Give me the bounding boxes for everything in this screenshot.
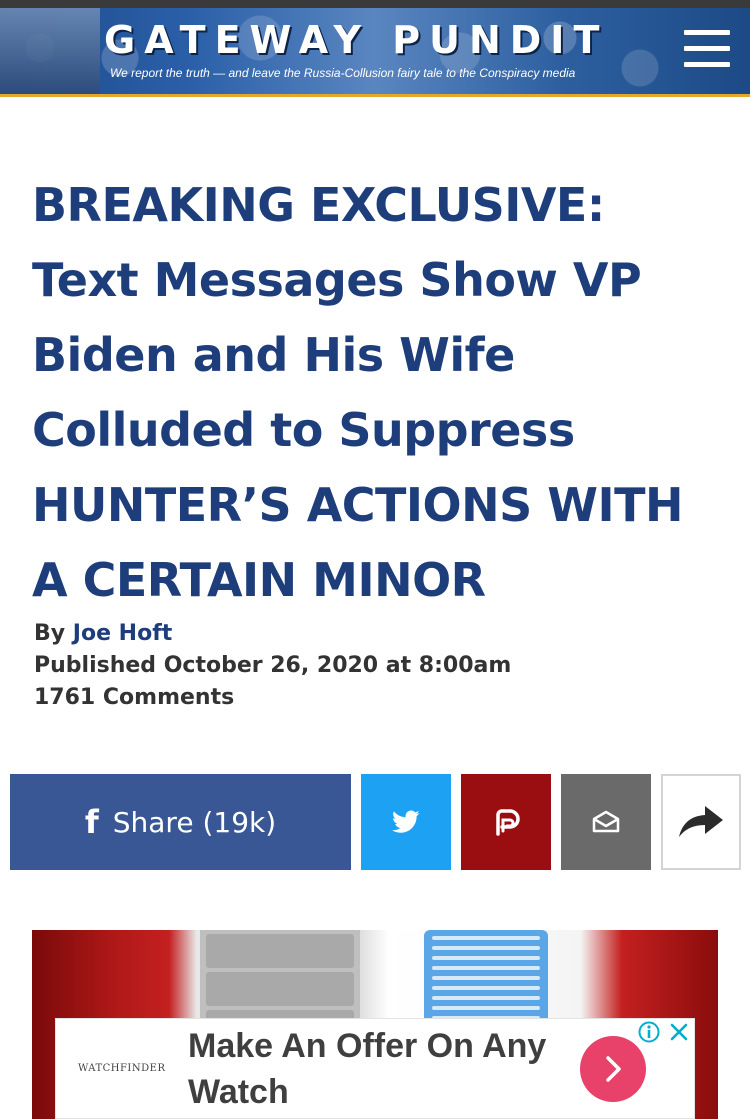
ad-brand-logo: WATCHFINDER	[78, 1063, 166, 1074]
ad-info-button[interactable]	[636, 1019, 662, 1045]
site-header: GATEWAY PUNDIT We report the truth — and…	[0, 8, 750, 96]
ad-headline[interactable]: Make An Offer On Any Watch	[188, 1023, 568, 1115]
twitter-share-button[interactable]	[361, 774, 451, 870]
more-share-button[interactable]	[661, 774, 741, 870]
site-tagline: We report the truth — and leave the Russ…	[110, 66, 576, 80]
parler-icon	[496, 809, 520, 836]
info-icon	[638, 1021, 660, 1043]
close-icon	[670, 1023, 688, 1041]
screenshot-message-bubble	[424, 930, 548, 1030]
site-logo[interactable]: GATEWAY PUNDIT	[104, 18, 608, 62]
article-meta: By Joe Hoft Published October 26, 2020 a…	[34, 618, 511, 714]
ad-cta-button[interactable]	[580, 1036, 646, 1102]
published-date: Published October 26, 2020 at 8:00am	[34, 653, 512, 678]
byline: By Joe Hoft	[34, 618, 511, 650]
hamburger-menu-icon[interactable]	[684, 30, 730, 74]
facebook-share-button[interactable]: f Share (19k)	[10, 774, 351, 870]
advertisement-banner[interactable]: WATCHFINDER Make An Offer On Any Watch	[55, 1018, 695, 1119]
parler-share-button[interactable]	[461, 774, 551, 870]
header-photo	[0, 8, 100, 96]
author-link[interactable]: Joe Hoft	[73, 621, 173, 646]
facebook-share-label: Share (19k)	[112, 805, 277, 839]
article-headline: BREAKING EXCLUSIVE: Text Messages Show V…	[32, 178, 684, 607]
facebook-icon: f	[84, 803, 99, 841]
top-strip	[0, 0, 750, 8]
header-divider	[0, 94, 750, 97]
byline-prefix: By	[34, 621, 66, 646]
envelope-icon	[592, 810, 620, 833]
share-arrow-icon	[679, 806, 723, 837]
email-share-button[interactable]	[561, 774, 651, 870]
twitter-bird-icon	[392, 810, 420, 833]
comments-count[interactable]: 1761 Comments	[34, 682, 511, 714]
chevron-right-icon	[606, 1056, 621, 1082]
ad-close-button[interactable]	[665, 1019, 693, 1045]
